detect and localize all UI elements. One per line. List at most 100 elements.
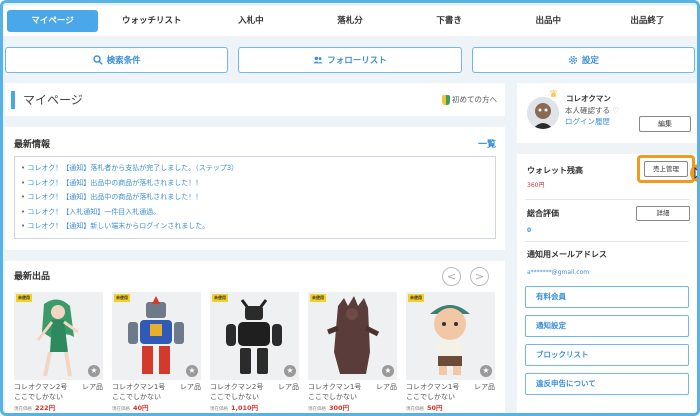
tab-drafts[interactable]: 下書き bbox=[404, 10, 495, 32]
email-label: 通知用メールアドレス bbox=[527, 250, 607, 259]
rating-detail-button[interactable]: 詳細 bbox=[636, 206, 690, 221]
title-accent-bar bbox=[11, 90, 15, 109]
tab-bidding[interactable]: 入札中 bbox=[205, 10, 296, 32]
avatar-image-icon bbox=[527, 97, 559, 129]
unused-badge: 未使用 bbox=[212, 294, 228, 302]
settings-button[interactable]: 設定 bbox=[471, 47, 695, 73]
right-column: ♛ コレオクマン 本人確認する ♡ ログイン履歴 編集 ウォレット残高 360円… bbox=[517, 83, 697, 413]
main-tabs: マイページ ウォッチリスト 入札中 落札分 下書き 出品中 出品終了 bbox=[3, 6, 697, 36]
item-card[interactable]: 未使用 ★ コレオクマン1号 レア品 ここでしかない 現在価格 300円 bbox=[308, 292, 397, 412]
favorite-star-icon[interactable]: ★ bbox=[284, 365, 296, 377]
item-price: 222円 bbox=[35, 404, 56, 412]
favorite-star-icon[interactable]: ★ bbox=[480, 365, 492, 377]
item-thumbnail[interactable]: 未使用 ★ bbox=[210, 292, 299, 380]
item-card[interactable]: 未使用 ★ コレオクマン2号 レア品 ここでしかない 現在価格 222円 bbox=[14, 292, 103, 412]
action-row: 検索条件 フォローリスト 設定 bbox=[3, 47, 697, 73]
mypage-header: マイページ 初めての方へ bbox=[5, 83, 505, 116]
gear-icon bbox=[568, 55, 577, 65]
follow-list-label: フォローリスト bbox=[327, 56, 387, 66]
beginner-mark-icon bbox=[442, 94, 450, 105]
rating-value: 0 bbox=[527, 227, 532, 234]
verify-identity-label: 本人確認する bbox=[565, 106, 610, 115]
item-thumbnail[interactable]: 未使用 ★ bbox=[112, 292, 201, 380]
new-items-title: 最新出品 bbox=[14, 272, 51, 282]
favorite-star-icon[interactable]: ★ bbox=[88, 365, 100, 377]
news-more-link[interactable]: 一覧 bbox=[478, 137, 496, 150]
item-seller: コレオクマン2号 bbox=[14, 383, 68, 391]
premium-member-button[interactable]: 有料会員 bbox=[525, 286, 689, 308]
news-item[interactable]: コレオク！【通知】出品中の商品が落札されました！！ bbox=[21, 190, 489, 205]
item-price: 1,010円 bbox=[231, 404, 259, 412]
carousel-prev-button[interactable]: < bbox=[442, 267, 461, 286]
email-value: a*******@gmail.com bbox=[527, 269, 590, 276]
tab-won[interactable]: 落札分 bbox=[304, 10, 395, 32]
favorite-star-icon[interactable]: ★ bbox=[382, 365, 394, 377]
price-label: 現在価格 bbox=[112, 407, 130, 412]
item-tag: レア品 bbox=[474, 383, 495, 391]
users-icon bbox=[313, 56, 323, 64]
item-desc: ここでしかない bbox=[14, 393, 63, 401]
search-conditions-button[interactable]: 検索条件 bbox=[5, 47, 229, 73]
item-thumbnail[interactable]: 未使用 ★ bbox=[308, 292, 397, 380]
profile-name: コレオクマン bbox=[566, 94, 611, 103]
follow-list-button[interactable]: フォローリスト bbox=[238, 47, 462, 73]
item-seller: コレオクマン1号 bbox=[308, 383, 362, 391]
verify-identity-link[interactable]: 本人確認する ♡ bbox=[565, 105, 619, 116]
block-list-button[interactable]: ブロックリスト bbox=[525, 344, 689, 366]
favorite-star-icon[interactable]: ★ bbox=[186, 365, 198, 377]
heart-icon: ♡ bbox=[612, 106, 620, 115]
tab-mypage[interactable]: マイページ bbox=[7, 10, 99, 32]
carousel-next-button[interactable]: > bbox=[470, 267, 489, 286]
item-price: 40円 bbox=[133, 404, 149, 412]
left-column: マイページ 初めての方へ 最新情報 一覧 コレオク！【通知】落札者から支払が完了… bbox=[5, 83, 505, 413]
tab-watchlist[interactable]: ウォッチリスト bbox=[106, 10, 197, 32]
search-conditions-label: 検索条件 bbox=[106, 56, 141, 66]
violation-report-button[interactable]: 違反申告について bbox=[525, 373, 689, 395]
email-row: 通知用メールアドレス a*******@gmail.com bbox=[525, 242, 689, 282]
item-seller: コレオクマン2号 bbox=[210, 383, 264, 391]
item-tag: レア品 bbox=[278, 383, 299, 391]
news-item[interactable]: コレオク！【通知】出品中の商品が落札されました！！ bbox=[21, 176, 489, 191]
item-desc: ここでしかない bbox=[308, 393, 357, 401]
item-card[interactable]: 未使用 ★ コレオクマン1号 レア品 ここでしかない 現在価格 40円 bbox=[112, 292, 201, 412]
notification-settings-button[interactable]: 通知設定 bbox=[525, 315, 689, 337]
app-frame: マイページ ウォッチリスト 入札中 落札分 下書き 出品中 出品終了 検索条件 … bbox=[0, 0, 700, 416]
item-card[interactable]: 未使用 ★ コレオクマン2号 レア品 ここでしかない 現在価格 1,010円 bbox=[210, 292, 299, 412]
item-carousel: 未使用 ★ コレオクマン2号 レア品 ここでしかない 現在価格 222円 未使用… bbox=[14, 292, 495, 412]
rating-row: 総合評価 詳細 0 bbox=[525, 200, 690, 242]
search-icon bbox=[92, 55, 103, 65]
item-price: 300円 bbox=[329, 404, 350, 412]
item-thumbnail[interactable]: 未使用 ★ bbox=[14, 292, 103, 380]
tab-listing[interactable]: 出品中 bbox=[503, 10, 594, 32]
beginner-link-label: 初めての方へ bbox=[452, 95, 497, 104]
sales-highlight: 売上管理 bbox=[637, 155, 697, 183]
cursor-pointer-icon bbox=[690, 164, 697, 182]
unused-badge: 未使用 bbox=[114, 294, 130, 302]
item-desc: ここでしかない bbox=[210, 393, 259, 401]
item-tag: レア品 bbox=[180, 383, 201, 391]
wallet-label: ウォレット残高 bbox=[527, 166, 583, 175]
new-items-section: 最新出品 < > 未使用 ★ コレオクマン2号 レア品 ここでしかない 現在価格… bbox=[5, 261, 505, 413]
unused-badge: 未使用 bbox=[310, 294, 326, 302]
news-item[interactable]: コレオク！【通知】落札者から支払が完了しました。（ステップ3） bbox=[21, 161, 489, 176]
edit-profile-button[interactable]: 編集 bbox=[639, 116, 691, 132]
tab-ended[interactable]: 出品終了 bbox=[602, 10, 693, 32]
price-label: 現在価格 bbox=[308, 407, 326, 412]
sales-management-button[interactable]: 売上管理 bbox=[644, 161, 688, 177]
profile-card: ♛ コレオクマン 本人確認する ♡ ログイン履歴 編集 bbox=[517, 83, 697, 143]
beginner-link[interactable]: 初めての方へ bbox=[442, 94, 497, 105]
item-seller: コレオクマン1号 bbox=[406, 383, 460, 391]
page-title: マイページ bbox=[23, 93, 83, 107]
item-card[interactable]: 未使用 ★ コレオクマン1号 レア品 ここでしかない 現在価格 50円 bbox=[406, 292, 495, 412]
news-title: 最新情報 bbox=[14, 140, 51, 150]
item-thumbnail[interactable]: 未使用 ★ bbox=[406, 292, 495, 380]
item-desc: ここでしかない bbox=[406, 393, 455, 401]
news-item[interactable]: コレオク！【入札通知】一件目入札通過。 bbox=[21, 205, 489, 220]
unused-badge: 未使用 bbox=[408, 294, 424, 302]
news-section: 最新情報 一覧 コレオク！【通知】落札者から支払が完了しました。（ステップ3） … bbox=[5, 127, 505, 250]
avatar[interactable] bbox=[527, 97, 559, 129]
item-desc: ここでしかない bbox=[112, 393, 161, 401]
news-item[interactable]: コレオク！【通知】新しい端末からログインされました。 bbox=[21, 219, 489, 234]
login-history-link[interactable]: ログイン履歴 bbox=[565, 116, 610, 127]
rating-label: 総合評価 bbox=[527, 209, 559, 218]
